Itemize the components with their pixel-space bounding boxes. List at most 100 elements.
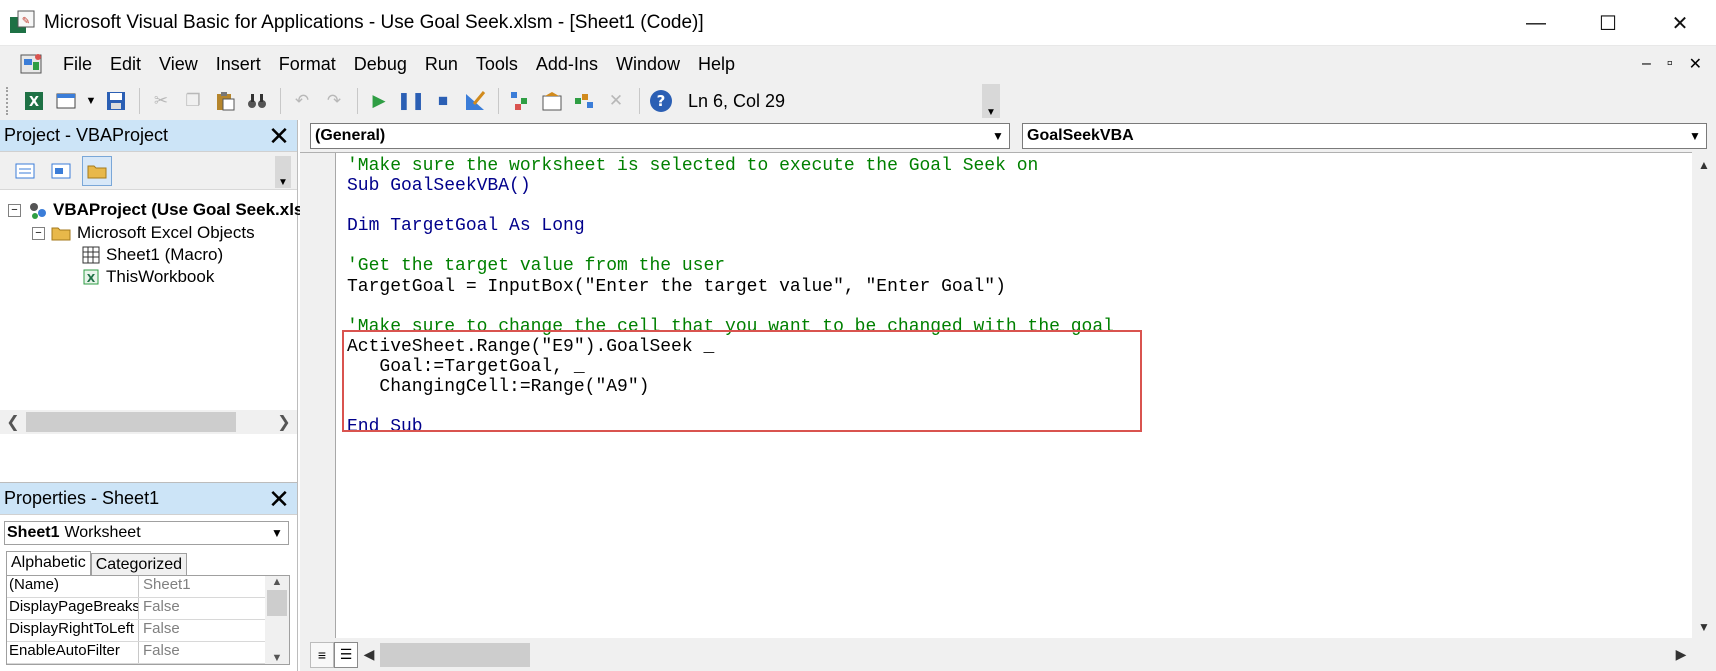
property-row[interactable]: EnableAutoFilter False [7,642,289,664]
code-window: (General) ▼ GoalSeekVBA ▼ 'Make sure the… [300,120,1716,671]
mdi-minimize-button[interactable]: – [1642,55,1651,73]
save-icon[interactable] [101,86,131,116]
tree-item-thisworkbook[interactable]: X ThisWorkbook [80,265,214,289]
cut-icon[interactable]: ✂ [146,86,176,116]
scroll-down-icon[interactable]: ▼ [1698,620,1710,634]
help-icon[interactable]: ? [646,86,676,116]
scroll-right-icon[interactable]: ▶ [1670,646,1692,663]
object-combo[interactable]: (General) ▼ [310,123,1010,149]
menu-edit[interactable]: Edit [101,54,150,75]
mdi-restore-button[interactable]: ▫ [1667,55,1673,73]
tree-folder-row[interactable]: − Microsoft Excel Objects [32,221,255,245]
scroll-left-icon[interactable]: ◀ [358,646,380,663]
view-code-icon[interactable] [10,156,40,186]
find-icon[interactable] [242,86,272,116]
toolbar-overflow-button[interactable]: ▼ [982,84,1000,118]
object-select[interactable]: Sheet1 Worksheet ▼ [4,521,289,545]
full-module-view-button[interactable]: ☰ [334,641,358,668]
code-vertical-scrollbar[interactable]: ▲ ▼ [1692,152,1716,638]
collapse-icon[interactable]: − [8,203,21,217]
toolbox-icon[interactable]: ✕ [601,86,631,116]
object-browser-icon[interactable] [569,86,599,116]
code-line[interactable]: TargetGoal = InputBox("Enter the target … [347,277,1114,297]
worksheet-icon [80,244,102,266]
object-combo-value: (General) [315,127,386,144]
scroll-up-icon[interactable]: ▲ [1698,158,1710,172]
undo-icon[interactable]: ↶ [287,86,317,116]
code-editor[interactable]: 'Make sure the worksheet is selected to … [300,152,1716,639]
procedure-view-button[interactable]: ≡ [310,641,334,668]
project-explorer-icon[interactable] [505,86,535,116]
view-object-icon[interactable] [46,156,76,186]
chevron-down-icon[interactable]: ▼ [1686,127,1704,145]
close-icon[interactable]: ✕ [265,121,293,151]
project-pane-title-bar: Project - VBAProject ✕ [0,120,297,152]
minimize-button[interactable]: — [1500,0,1572,46]
properties-window-icon[interactable] [537,86,567,116]
close-icon[interactable]: ✕ [265,484,293,514]
toolbar-grip[interactable] [6,87,11,115]
tab-categorized[interactable]: Categorized [90,553,187,575]
scroll-up-icon[interactable]: ▲ [272,576,283,588]
menu-window[interactable]: Window [607,54,689,75]
vba-document-icon[interactable] [18,50,46,78]
project-horizontal-scrollbar[interactable]: ❮ ❯ [0,410,297,434]
property-value[interactable]: False [139,642,180,663]
menu-insert[interactable]: Insert [207,54,270,75]
maximize-button[interactable]: ☐ [1572,0,1644,46]
project-toolbar-overflow[interactable]: ▼ [275,156,291,188]
copy-icon[interactable]: ❐ [178,86,208,116]
code-line[interactable] [347,236,1114,256]
close-window-button[interactable]: ✕ [1644,0,1716,46]
chevron-down-icon[interactable]: ▼ [268,524,286,542]
scroll-down-icon[interactable]: ▼ [272,652,283,664]
property-row[interactable]: (Name) Sheet1 [7,576,289,598]
collapse-icon[interactable]: − [32,226,45,240]
menu-debug[interactable]: Debug [345,54,416,75]
reset-icon[interactable]: ■ [428,86,458,116]
property-value[interactable]: False [139,620,180,641]
scroll-thumb[interactable] [267,590,287,616]
design-mode-icon[interactable] [460,86,490,116]
code-line[interactable]: 'Make sure the worksheet is selected to … [347,156,1114,176]
tree-item-sheet1[interactable]: Sheet1 (Macro) [80,243,223,267]
properties-pane-title: Properties - Sheet1 [4,488,160,508]
procedure-combo[interactable]: GoalSeekVBA ▼ [1022,123,1707,149]
code-line[interactable]: Dim TargetGoal As Long [347,216,1114,236]
property-value[interactable]: Sheet1 [139,576,191,597]
tree-root-row[interactable]: − VBAProject (Use Goal Seek.xlsm) [8,198,324,222]
menu-view[interactable]: View [150,54,207,75]
chevron-down-icon[interactable]: ▼ [83,86,99,116]
code-line[interactable] [347,196,1114,216]
menu-format[interactable]: Format [270,54,345,75]
toggle-folders-icon[interactable] [82,155,112,186]
project-pane-toolbar: ▼ [0,152,297,190]
scroll-thumb[interactable] [26,412,236,432]
properties-vertical-scrollbar[interactable]: ▲ ▼ [265,576,289,664]
property-row[interactable]: DisplayPageBreaks False [7,598,289,620]
mdi-close-button[interactable]: ✕ [1689,54,1702,74]
menu-add-ins[interactable]: Add-Ins [527,54,607,75]
tab-alphabetic[interactable]: Alphabetic [6,551,91,575]
scroll-right-icon[interactable]: ❯ [271,412,297,432]
chevron-down-icon[interactable]: ▼ [989,127,1007,145]
scroll-thumb[interactable] [380,642,530,667]
menu-run[interactable]: Run [416,54,467,75]
property-row[interactable]: DisplayRightToLeft False [7,620,289,642]
excel-view-icon[interactable]: X [19,86,49,116]
code-line[interactable]: Sub GoalSeekVBA() [347,176,1114,196]
code-line[interactable] [347,297,1114,317]
menu-help[interactable]: Help [689,54,744,75]
scroll-left-icon[interactable]: ❮ [0,412,26,432]
property-value[interactable]: False [139,598,180,619]
menu-file[interactable]: File [54,54,101,75]
break-icon[interactable]: ❚❚ [396,86,426,116]
code-margin-indicator-bar[interactable] [300,153,336,639]
menu-tools[interactable]: Tools [467,54,527,75]
paste-icon[interactable] [210,86,240,116]
run-icon[interactable]: ▶ [364,86,394,116]
excel-vba-app-icon[interactable]: ✎ [8,9,36,37]
code-line[interactable]: 'Get the target value from the user [347,256,1114,276]
insert-module-icon[interactable] [51,86,81,116]
redo-icon[interactable]: ↷ [319,86,349,116]
